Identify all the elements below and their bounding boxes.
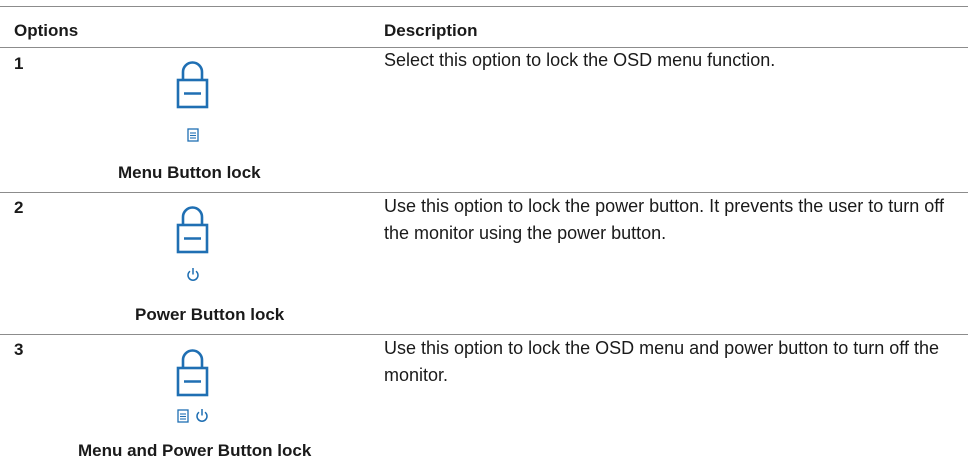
row-caption: Power Button lock [135, 305, 285, 324]
row-description: Use this option to lock the power button… [384, 196, 944, 243]
power-icon [187, 268, 199, 281]
options-column-header: Options [14, 21, 79, 40]
menu-icon [187, 128, 199, 142]
row-number: 3 [14, 340, 24, 359]
row-caption: Menu Button lock [118, 163, 261, 182]
power-icon [196, 409, 208, 422]
lock-icon [176, 206, 209, 254]
row-number: 2 [14, 198, 24, 217]
row-number: 1 [14, 54, 24, 73]
table-top-rule [0, 6, 968, 7]
lock-icon [176, 349, 209, 397]
row-description: Use this option to lock the OSD menu and… [384, 338, 939, 385]
lock-icon [176, 61, 209, 109]
row-description: Select this option to lock the OSD menu … [384, 50, 776, 70]
menu-icon [177, 409, 189, 423]
description-column-header: Description [384, 21, 478, 40]
